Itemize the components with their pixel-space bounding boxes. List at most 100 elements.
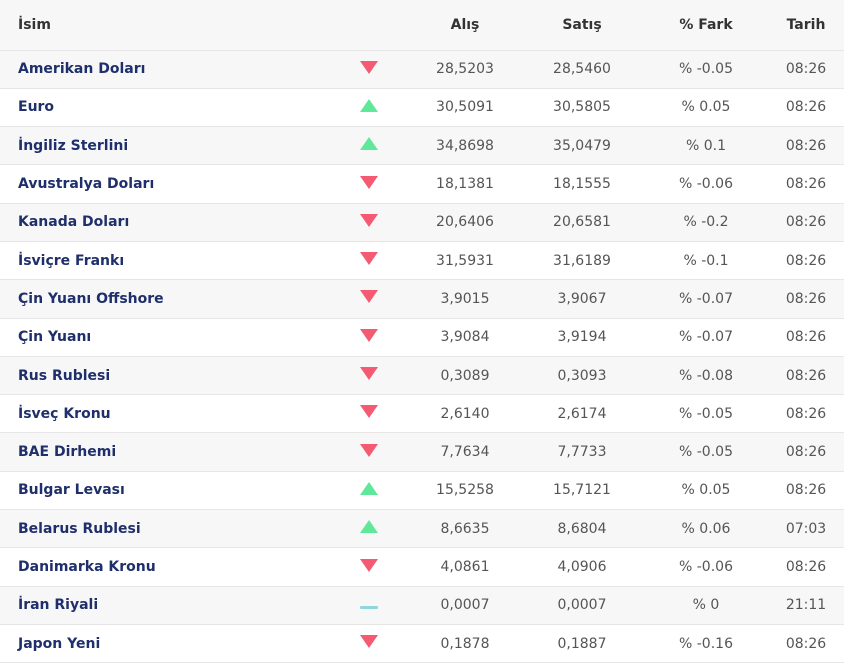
satis-value: 18,1555 xyxy=(553,176,611,193)
trend-cell xyxy=(328,395,410,433)
table-row[interactable]: İran Riyali 0,0007 0,0007 % 0 21:11 xyxy=(0,586,844,625)
trend-cell xyxy=(328,203,410,241)
table-header: İsim Alış Satış % Fark Tarih xyxy=(0,0,844,50)
trend-down-icon xyxy=(360,213,378,227)
table-row[interactable]: BAE Dirhemi 7,7634 7,7733 % -0.05 08:26 xyxy=(0,432,844,472)
currency-name[interactable]: Japon Yeni xyxy=(0,624,328,662)
alis-value: 0,0007 xyxy=(440,597,490,614)
currency-name[interactable]: İsviçre Frankı xyxy=(0,241,328,279)
currency-name[interactable]: Avustralya Doları xyxy=(0,165,328,203)
tarih-value: 08:26 xyxy=(785,367,827,384)
trend-cell xyxy=(328,433,410,471)
trend-cell xyxy=(328,471,410,509)
alis-value: 7,7634 xyxy=(440,444,490,461)
table-row[interactable]: İngiliz Sterlini 34,8698 35,0479 % 0.1 08:26 xyxy=(0,126,844,165)
trend-cell xyxy=(328,50,410,88)
currency-name[interactable]: Belarus Rublesi xyxy=(0,510,328,548)
fark-value: % -0.05 xyxy=(679,405,733,422)
trend-down-icon xyxy=(360,328,378,342)
table-row[interactable]: Çin Yuanı Offshore 3,9015 3,9067 % -0.07 08:… xyxy=(0,279,844,319)
trend-down-icon xyxy=(360,252,378,266)
alis-value: 8,6635 xyxy=(440,520,490,537)
trend-down-icon xyxy=(360,635,378,649)
satis-value: 0,3093 xyxy=(557,367,607,384)
currency-name[interactable]: BAE Dirhemi xyxy=(0,433,328,471)
tarih-value: 08:26 xyxy=(785,482,827,499)
currency-name[interactable]: İsveç Kronu xyxy=(0,395,328,433)
fark-value: % 0.06 xyxy=(681,520,731,537)
table-row[interactable]: Avustralya Doları 18,1381 18,1555 % -0.06 08… xyxy=(0,164,844,204)
tarih-value: 08:26 xyxy=(785,137,827,154)
currency-name[interactable]: Danimarka Kronu xyxy=(0,548,328,586)
header-alis: Alış xyxy=(450,16,480,33)
header-name: İsim xyxy=(18,16,51,33)
fark-value: % -0.1 xyxy=(683,252,729,269)
tarih-value: 08:26 xyxy=(785,61,827,78)
trend-cell xyxy=(328,127,410,165)
satis-value: 30,5805 xyxy=(553,99,611,116)
tarih-value: 08:26 xyxy=(785,635,827,652)
fark-value: % 0.05 xyxy=(681,482,731,499)
alis-value: 18,1381 xyxy=(436,176,494,193)
fark-value: % -0.16 xyxy=(679,635,733,652)
currency-table: İsim Alış Satış % Fark Tarih Amerikan Do… xyxy=(0,0,844,663)
trend-down-icon xyxy=(360,290,378,304)
fark-value: % -0.05 xyxy=(679,444,733,461)
table-row[interactable]: Kanada Doları 20,6406 20,6581 % -0.2 08:26 xyxy=(0,203,844,242)
fark-value: % -0.05 xyxy=(679,61,733,78)
currency-name[interactable]: İngiliz Sterlini xyxy=(0,127,328,165)
trend-cell xyxy=(328,165,410,203)
trend-down-icon xyxy=(360,60,378,74)
trend-up-icon xyxy=(360,137,378,151)
tarih-value: 08:26 xyxy=(785,290,827,307)
alis-value: 3,9015 xyxy=(440,290,490,307)
trend-down-icon xyxy=(360,558,378,572)
alis-value: 4,0861 xyxy=(440,559,490,575)
currency-name[interactable]: İran Riyali xyxy=(0,586,328,624)
table-row[interactable]: İsviçre Frankı 31,5931 31,6189 % -0.1 08:26 xyxy=(0,241,844,280)
fark-value: % -0.07 xyxy=(679,329,733,346)
table-row[interactable]: Euro 30,5091 30,5805 % 0.05 08:26 xyxy=(0,88,844,127)
table-row[interactable]: Amerikan Doları 28,5203 28,5460 % -0.05 08:2… xyxy=(0,50,844,89)
satis-value: 4,0906 xyxy=(557,559,607,575)
tarih-value: 08:26 xyxy=(785,329,827,346)
trend-down-icon xyxy=(360,443,378,457)
currency-name[interactable]: Amerikan Doları xyxy=(0,50,328,88)
currency-name[interactable]: Rus Rublesi xyxy=(0,356,328,394)
table-row[interactable]: Danimarka Kronu 4,0861 4,0906 % -0.06 08:26 xyxy=(0,547,844,587)
trend-flat-icon xyxy=(360,606,378,610)
trend-cell xyxy=(328,280,410,318)
alis-value: 2,6140 xyxy=(440,405,490,422)
currency-name[interactable]: Euro xyxy=(0,88,328,126)
trend-cell xyxy=(328,586,410,624)
alis-value: 30,5091 xyxy=(436,99,494,116)
alis-value: 0,3089 xyxy=(440,367,490,384)
alis-value: 31,5931 xyxy=(436,252,494,269)
fark-value: % -0.07 xyxy=(679,290,733,307)
satis-value: 15,7121 xyxy=(553,482,611,499)
satis-value: 7,7733 xyxy=(557,444,607,461)
table-row[interactable]: Rus Rublesi 0,3089 0,3093 % -0.08 08:26 xyxy=(0,356,844,395)
table-row[interactable]: Bulgar Levası 15,5258 15,7121 % 0.05 08:26 xyxy=(0,471,844,510)
alis-value: 20,6406 xyxy=(436,214,494,231)
table-row[interactable]: İsveç Kronu 2,6140 2,6174 % -0.05 08:26 xyxy=(0,394,844,433)
currency-name[interactable]: Kanada Doları xyxy=(0,203,328,241)
currency-name[interactable]: Çin Yuanı xyxy=(0,318,328,356)
table-row[interactable]: Japon Yeni 0,1878 0,1887 % -0.16 08:26 xyxy=(0,624,844,663)
satis-value: 3,9067 xyxy=(557,290,607,307)
tarih-value: 08:26 xyxy=(785,444,827,461)
fark-value: % 0 xyxy=(692,597,720,614)
alis-value: 28,5203 xyxy=(436,61,494,78)
trend-cell xyxy=(328,356,410,394)
satis-value: 20,6581 xyxy=(553,214,611,231)
alis-value: 15,5258 xyxy=(436,482,494,499)
satis-value: 2,6174 xyxy=(557,405,607,422)
currency-name[interactable]: Çin Yuanı Offshore xyxy=(0,280,328,318)
table-row[interactable]: Çin Yuanı 3,9084 3,9194 % -0.07 08:26 xyxy=(0,318,844,357)
trend-up-icon xyxy=(360,520,378,534)
trend-cell xyxy=(328,510,410,548)
table-body: Amerikan Doları 28,5203 28,5460 % -0.05 08:2… xyxy=(0,50,844,663)
trend-cell xyxy=(328,318,410,356)
currency-name[interactable]: Bulgar Levası xyxy=(0,471,328,509)
table-row[interactable]: Belarus Rublesi 8,6635 8,6804 % 0.06 07:03 xyxy=(0,509,844,548)
